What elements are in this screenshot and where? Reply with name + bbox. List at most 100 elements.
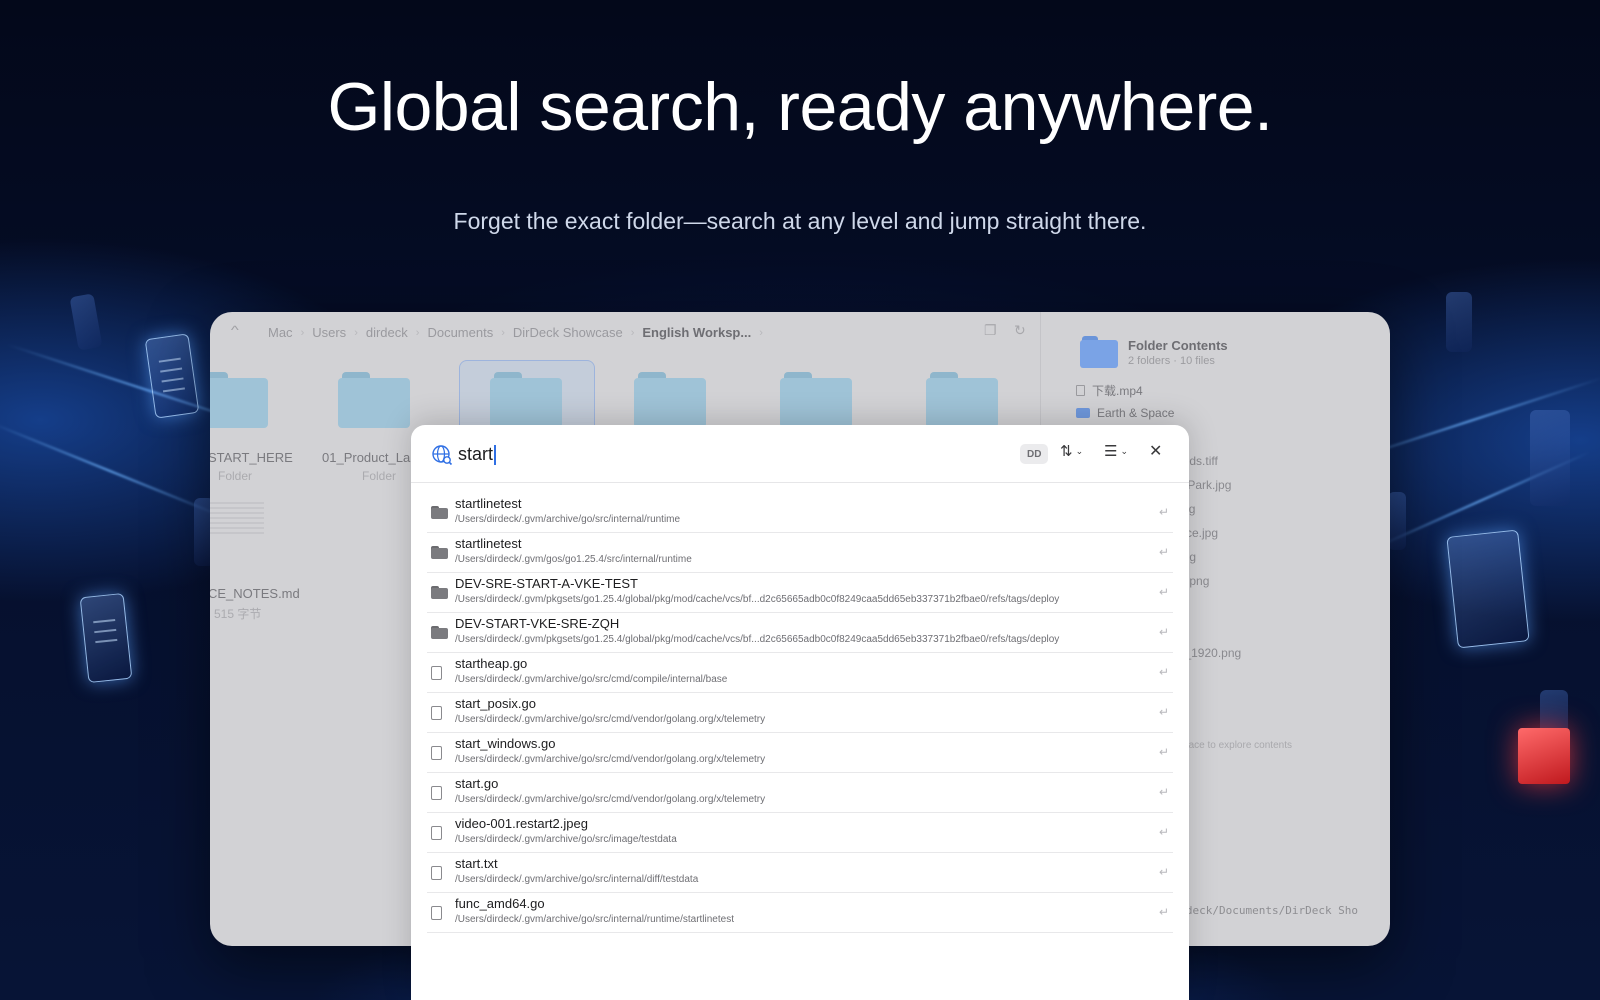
- search-bar: start DD ⇅ ⌄ ☰ ⌄ ✕: [411, 425, 1189, 483]
- result-path: /Users/dirdeck/.gvm/gos/go1.25.4/src/int…: [455, 554, 692, 565]
- folder-icon: [431, 546, 448, 559]
- return-key-icon: ↵: [1158, 865, 1169, 879]
- document-thumbnail[interactable]: [210, 502, 264, 536]
- result-name: DEV-START-VKE-SRE-ZQH: [455, 616, 620, 631]
- global-search-icon: [432, 445, 453, 466]
- search-result-row[interactable]: start.go /Users/dirdeck/.gvm/archive/go/…: [427, 773, 1173, 813]
- folder-icon[interactable]: [338, 372, 410, 428]
- folder-icon: [431, 626, 448, 639]
- return-key-icon: ↵: [1158, 585, 1169, 599]
- folder-icon[interactable]: [780, 372, 852, 428]
- chevron-right-icon: ›: [300, 326, 305, 339]
- grid-item-kind: Folder: [362, 469, 397, 483]
- text-caret: [494, 444, 496, 465]
- return-key-icon: ↵: [1158, 705, 1169, 719]
- chevron-right-icon: ›: [354, 326, 358, 339]
- search-result-row[interactable]: DEV-SRE-START-A-VKE-TEST /Users/dirdeck/…: [427, 573, 1173, 613]
- search-result-row[interactable]: startlinetest /Users/dirdeck/.gvm/archiv…: [427, 493, 1173, 533]
- breadcrumb-item[interactable]: Mac: [268, 325, 293, 340]
- scope-badge[interactable]: DD: [1020, 444, 1049, 464]
- result-path: /Users/dirdeck/.gvm/pkgsets/go1.25.4/glo…: [455, 634, 1060, 645]
- grid-item-name[interactable]: START_HERE: [210, 450, 293, 465]
- search-results-list: startlinetest /Users/dirdeck/.gvm/archiv…: [411, 493, 1189, 933]
- file-icon: [431, 786, 442, 800]
- result-name: start.txt: [455, 856, 498, 871]
- folder-icon: [1080, 336, 1118, 368]
- sidebar-item[interactable]: 下载.mp4: [1076, 382, 1143, 399]
- result-name: startlinetest: [455, 536, 522, 551]
- return-key-icon: ↵: [1158, 505, 1169, 519]
- result-name: DEV-SRE-START-A-VKE-TEST: [455, 576, 638, 591]
- result-path: /Users/dirdeck/.gvm/archive/go/src/image…: [455, 834, 677, 845]
- result-name: func_amd64.go: [455, 896, 545, 911]
- return-key-icon: ↵: [1158, 545, 1169, 559]
- grid-item-meta: 515 字节: [214, 607, 262, 621]
- result-path: /Users/dirdeck/.gvm/archive/go/src/cmd/v…: [455, 714, 766, 725]
- folder-icon: [431, 586, 448, 599]
- chevron-up-icon[interactable]: ^: [231, 323, 239, 337]
- file-icon: [1076, 385, 1085, 396]
- grid-item-name[interactable]: CE_NOTES.md: [210, 586, 300, 601]
- result-name: start_windows.go: [455, 736, 556, 751]
- path-bar: dirdeck/Documents/DirDeck Sho: [1166, 904, 1359, 917]
- search-result-row[interactable]: start.txt /Users/dirdeck/.gvm/archive/go…: [427, 853, 1173, 893]
- sort-button[interactable]: ⇅ ⌄: [1060, 442, 1083, 460]
- clipboard-icon[interactable]: ❐: [984, 322, 997, 339]
- breadcrumb-item[interactable]: DirDeck Showcase: [513, 325, 623, 340]
- search-result-row[interactable]: start_posix.go /Users/dirdeck/.gvm/archi…: [427, 693, 1173, 733]
- page-headline: Global search, ready anywhere.: [327, 69, 1273, 145]
- file-icon: [431, 866, 442, 880]
- search-result-row[interactable]: startheap.go /Users/dirdeck/.gvm/archive…: [427, 653, 1173, 693]
- breadcrumb-item[interactable]: Documents: [427, 325, 493, 340]
- result-path: /Users/dirdeck/.gvm/archive/go/src/inter…: [455, 514, 681, 525]
- folder-icon[interactable]: [210, 372, 268, 428]
- floating-document-icon: [1388, 492, 1406, 550]
- folder-icon: [431, 506, 448, 519]
- file-icon: [431, 666, 442, 680]
- search-result-row[interactable]: func_amd64.go /Users/dirdeck/.gvm/archiv…: [427, 893, 1173, 933]
- chevron-right-icon: ›: [759, 326, 763, 339]
- search-input[interactable]: start: [458, 444, 496, 465]
- sidebar-item-label: 下载.mp4: [1092, 384, 1143, 398]
- red-cube-decoration: [1518, 728, 1570, 784]
- file-icon: [431, 906, 442, 920]
- folder-icon[interactable]: [634, 372, 706, 428]
- grid-item-name[interactable]: 01_Product_La: [322, 450, 410, 465]
- finder-toolbar: ^ Mac › Users › dirdeck › Documents › Di…: [210, 312, 1040, 352]
- search-query-text: start: [458, 444, 494, 464]
- result-name: start.go: [455, 776, 499, 791]
- breadcrumb-item[interactable]: Users: [312, 325, 346, 340]
- sidebar-item[interactable]: Earth & Space: [1076, 406, 1174, 420]
- sidebar-meta: 2 folders · 10 files: [1128, 355, 1215, 367]
- chevron-down-icon: ⌄: [1120, 445, 1128, 456]
- sort-arrows-icon: ⇅: [1060, 443, 1073, 460]
- search-result-row[interactable]: DEV-START-VKE-SRE-ZQH /Users/dirdeck/.gv…: [427, 613, 1173, 653]
- refresh-icon[interactable]: ↻: [1014, 322, 1026, 339]
- return-key-icon: ↵: [1158, 825, 1169, 839]
- search-result-row[interactable]: start_windows.go /Users/dirdeck/.gvm/arc…: [427, 733, 1173, 773]
- floating-document-icon: [1446, 292, 1472, 352]
- return-key-icon: ↵: [1158, 785, 1169, 799]
- filter-sliders-icon: ☰: [1104, 443, 1118, 460]
- page-subtitle: Forget the exact folder—search at any le…: [453, 208, 1147, 234]
- result-name: video-001.restart2.jpeg: [455, 816, 588, 831]
- search-result-row[interactable]: startlinetest /Users/dirdeck/.gvm/gos/go…: [427, 533, 1173, 573]
- file-icon: [431, 826, 442, 840]
- filter-button[interactable]: ☰ ⌄: [1104, 442, 1128, 460]
- folder-icon: [1076, 408, 1090, 418]
- breadcrumb-current[interactable]: English Worksp...: [642, 325, 751, 340]
- search-result-row[interactable]: video-001.restart2.jpeg /Users/dirdeck/.…: [427, 813, 1173, 853]
- floating-document-icon: [1446, 529, 1530, 649]
- folder-icon[interactable]: [490, 372, 562, 428]
- result-path: /Users/dirdeck/.gvm/archive/go/src/inter…: [455, 874, 699, 885]
- chevron-right-icon: ›: [501, 326, 505, 339]
- chevron-down-icon: ⌄: [1075, 445, 1084, 456]
- return-key-icon: ↵: [1158, 905, 1169, 919]
- result-path: /Users/dirdeck/.gvm/archive/go/src/cmd/v…: [455, 794, 766, 805]
- breadcrumb-item[interactable]: dirdeck: [366, 325, 408, 340]
- breadcrumb: Mac › Users › dirdeck › Documents › DirD…: [268, 325, 765, 340]
- result-path: /Users/dirdeck/.gvm/archive/go/src/inter…: [455, 914, 734, 925]
- folder-icon[interactable]: [926, 372, 998, 428]
- close-icon[interactable]: ✕: [1149, 441, 1162, 461]
- result-path: /Users/dirdeck/.gvm/archive/go/src/cmd/c…: [455, 674, 728, 685]
